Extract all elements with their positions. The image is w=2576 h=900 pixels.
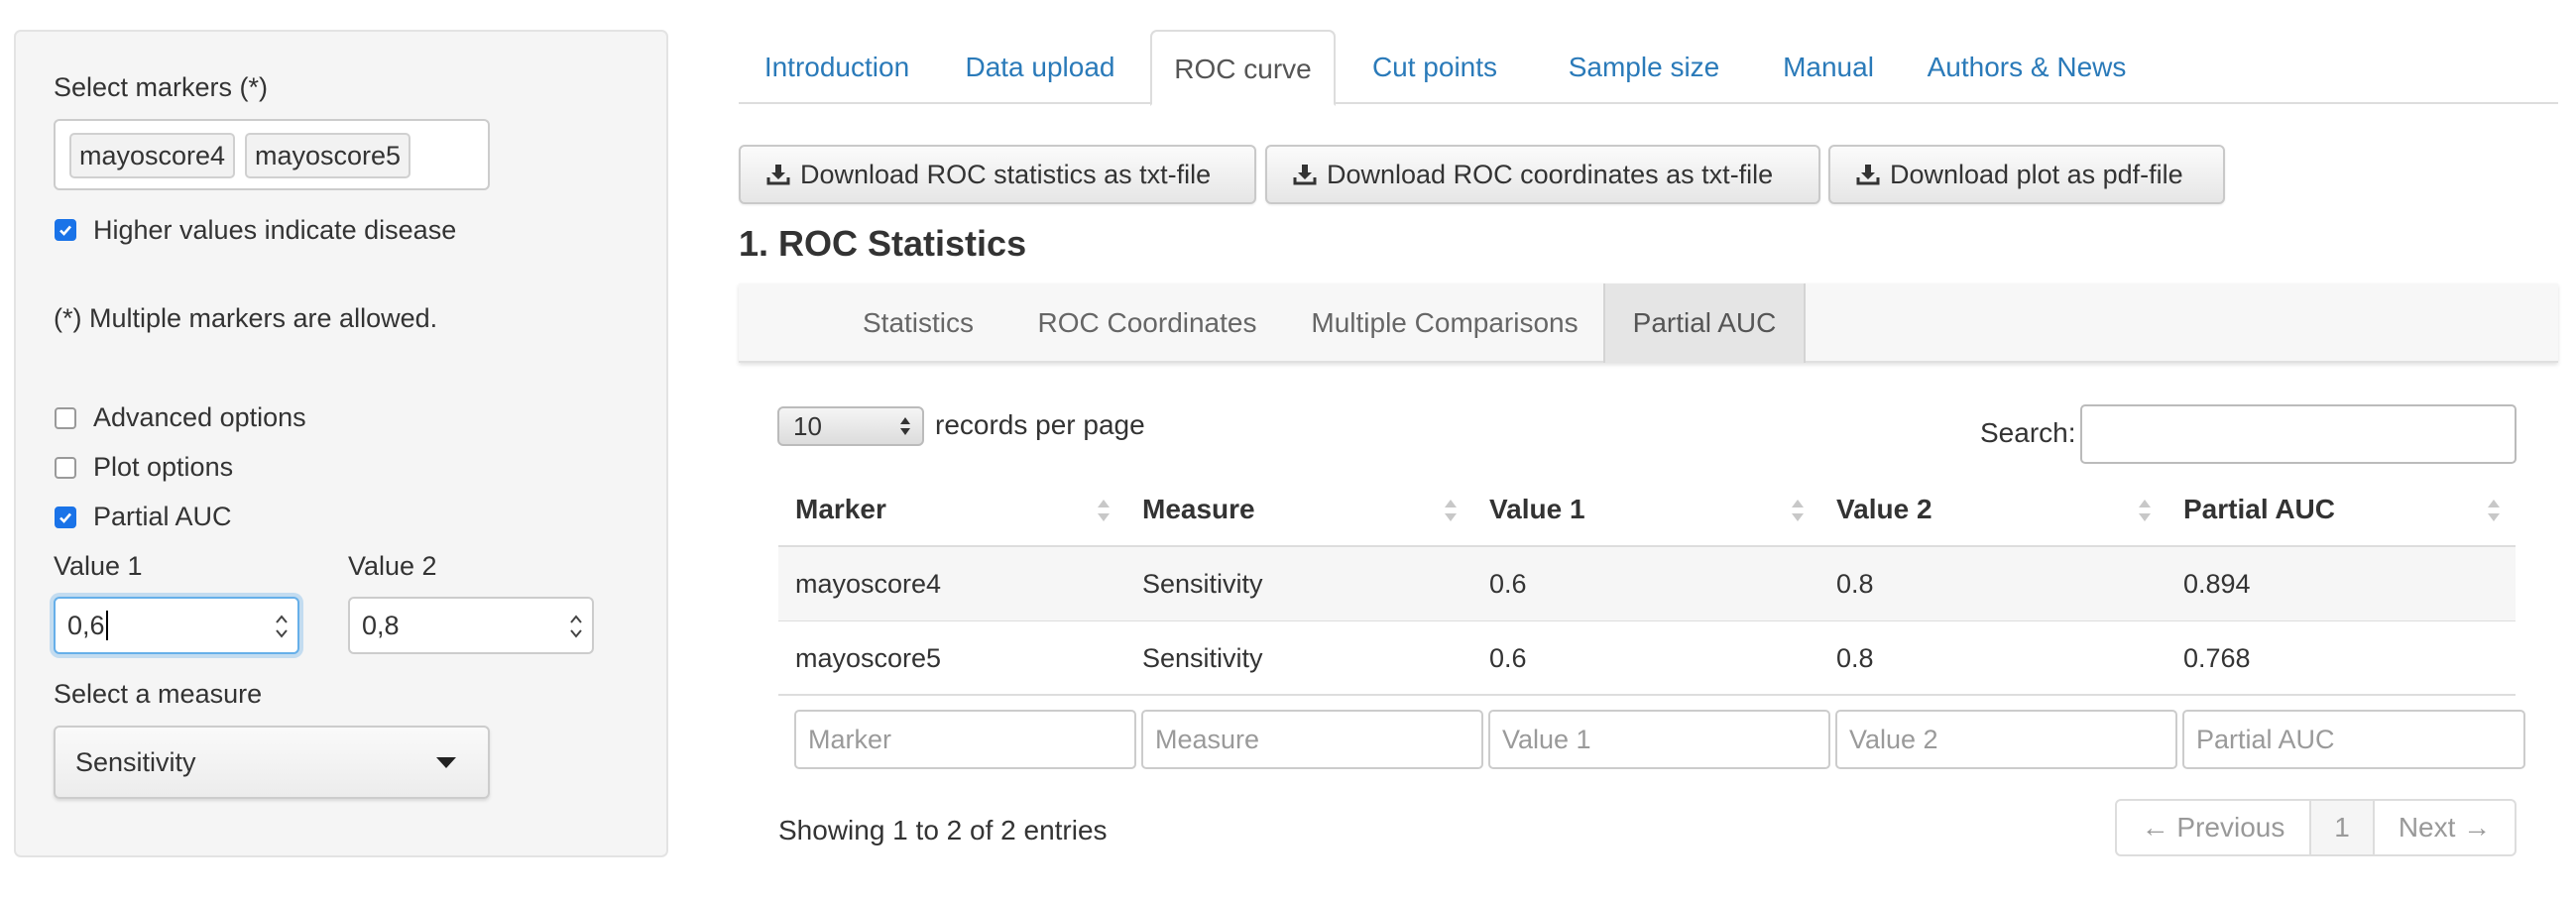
table-info-text: Showing 1 to 2 of 2 entries	[778, 815, 1108, 845]
column-header-marker[interactable]: Marker	[778, 474, 1125, 545]
previous-page-button[interactable]: ← Previous	[2117, 801, 2309, 854]
text-cursor	[105, 610, 108, 640]
cell-partial-auc: 0.768	[2183, 643, 2251, 673]
cell-marker: mayoscore4	[795, 569, 942, 599]
download-icon	[1293, 165, 1317, 185]
search-label: Search:	[1980, 417, 2076, 448]
column-header-value2-label: Value 2	[1836, 494, 1932, 524]
subtab-roc-coordinates[interactable]: ROC Coordinates	[1008, 283, 1286, 363]
download-plot-pdf-button[interactable]: Download plot as pdf-file	[1828, 145, 2225, 204]
column-header-partial-auc[interactable]: Partial AUC	[2166, 474, 2516, 545]
column-header-value2[interactable]: Value 2	[1819, 474, 2166, 545]
value2-label: Value 2	[348, 551, 437, 581]
sort-icon	[2488, 500, 2500, 521]
column-header-measure[interactable]: Measure	[1125, 474, 1472, 545]
cell-marker: mayoscore5	[795, 643, 942, 673]
spinner-arrows-icon[interactable]	[568, 611, 584, 642]
spinner-arrows-icon[interactable]	[274, 611, 290, 642]
cell-value1: 0.6	[1489, 569, 1527, 599]
value2-input[interactable]: 0,8	[348, 597, 594, 654]
subtab-partial-auc[interactable]: Partial AUC	[1603, 283, 1806, 363]
advanced-options-checkbox[interactable]	[55, 407, 76, 429]
value1-label: Value 1	[54, 551, 143, 581]
next-page-button[interactable]: Next →	[2375, 801, 2515, 854]
cell-partial-auc: 0.894	[2183, 569, 2251, 599]
column-header-measure-label: Measure	[1142, 494, 1255, 524]
filter-measure-input[interactable]: Measure	[1141, 710, 1483, 769]
records-per-page-label: records per page	[935, 409, 1145, 440]
column-header-marker-label: Marker	[795, 494, 886, 524]
cell-value2: 0.8	[1836, 643, 1874, 673]
main-tab-bar: Introduction Data upload ROC curve Cut p…	[739, 30, 2558, 106]
value1-text: 0,6	[67, 611, 105, 640]
plot-options-label: Plot options	[93, 452, 234, 482]
advanced-options-label: Advanced options	[93, 402, 306, 432]
spinner-arrows-icon	[900, 417, 910, 435]
records-per-page-select[interactable]: 10	[777, 406, 924, 446]
download-roc-statistics-button[interactable]: Download ROC statistics as txt-file	[739, 145, 1256, 204]
subtab-multiple-comparisons[interactable]: Multiple Comparisons	[1286, 283, 1603, 363]
table-row: mayoscore4 Sensitivity 0.6 0.8 0.894	[778, 547, 2516, 620]
filter-marker-input[interactable]: Marker	[794, 710, 1136, 769]
records-per-page-value: 10	[793, 411, 822, 441]
tab-authors-news[interactable]: Authors & News	[1903, 30, 2151, 104]
filter-value2-input[interactable]: Value 2	[1835, 710, 2177, 769]
sort-icon	[1445, 500, 1457, 521]
higher-values-label: Higher values indicate disease	[93, 215, 457, 245]
tab-manual[interactable]: Manual	[1754, 30, 1903, 104]
sort-icon	[1792, 500, 1804, 521]
table-footer-divider	[778, 694, 2516, 696]
cell-measure: Sensitivity	[1142, 569, 1263, 599]
sort-icon	[2139, 500, 2151, 521]
caret-down-icon	[436, 757, 456, 768]
cell-value2: 0.8	[1836, 569, 1874, 599]
column-header-partial-auc-label: Partial AUC	[2183, 494, 2336, 524]
column-header-value1[interactable]: Value 1	[1472, 474, 1819, 545]
measure-select[interactable]: Sensitivity	[54, 726, 490, 799]
value1-input[interactable]: 0,6	[54, 597, 299, 654]
download-icon	[766, 165, 790, 185]
download-roc-coordinates-label: Download ROC coordinates as txt-file	[1327, 160, 1774, 189]
sub-tab-bar: Statistics ROC Coordinates Multiple Comp…	[739, 283, 2558, 363]
download-icon	[1856, 165, 1880, 185]
marker-chip-mayoscore4[interactable]: mayoscore4	[69, 133, 236, 178]
search-input[interactable]	[2080, 404, 2517, 464]
cell-measure: Sensitivity	[1142, 643, 1263, 673]
partial-auc-checkbox[interactable]	[55, 506, 76, 528]
plot-options-checkbox[interactable]	[55, 457, 76, 479]
column-header-value1-label: Value 1	[1489, 494, 1585, 524]
value2-text: 0,8	[362, 611, 400, 640]
markers-select-input[interactable]: mayoscore4 mayoscore5	[54, 119, 490, 190]
filter-value1-input[interactable]: Value 1	[1488, 710, 1830, 769]
select-measure-label: Select a measure	[54, 679, 263, 709]
page-1-button[interactable]: 1	[2309, 801, 2375, 854]
tab-cut-points[interactable]: Cut points	[1336, 30, 1534, 104]
table-row: mayoscore5 Sensitivity 0.6 0.8 0.768	[778, 621, 2516, 695]
download-plot-pdf-label: Download plot as pdf-file	[1890, 160, 2183, 189]
multiple-markers-note: (*) Multiple markers are allowed.	[54, 303, 438, 333]
cell-value1: 0.6	[1489, 643, 1527, 673]
checkmark-icon	[59, 225, 71, 236]
marker-chip-mayoscore5[interactable]: mayoscore5	[245, 133, 411, 178]
subtab-statistics[interactable]: Statistics	[828, 283, 1008, 363]
tab-sample-size[interactable]: Sample size	[1534, 30, 1754, 104]
partial-auc-label: Partial AUC	[93, 502, 232, 531]
sort-icon	[1098, 500, 1110, 521]
section-title: 1. ROC Statistics	[739, 223, 1027, 264]
tab-introduction[interactable]: Introduction	[739, 30, 935, 104]
download-roc-statistics-label: Download ROC statistics as txt-file	[800, 160, 1212, 189]
checkmark-icon	[59, 512, 71, 523]
pagination: ← Previous 1 Next →	[2115, 799, 2517, 856]
tab-data-upload[interactable]: Data upload	[935, 30, 1145, 104]
filter-partial-auc-input[interactable]: Partial AUC	[2182, 710, 2525, 769]
download-roc-coordinates-button[interactable]: Download ROC coordinates as txt-file	[1265, 145, 1820, 204]
tab-roc-curve[interactable]: ROC curve	[1150, 30, 1336, 106]
select-markers-label: Select markers (*)	[54, 72, 269, 102]
measure-selected-value: Sensitivity	[75, 747, 196, 777]
higher-values-checkbox[interactable]	[55, 219, 76, 241]
